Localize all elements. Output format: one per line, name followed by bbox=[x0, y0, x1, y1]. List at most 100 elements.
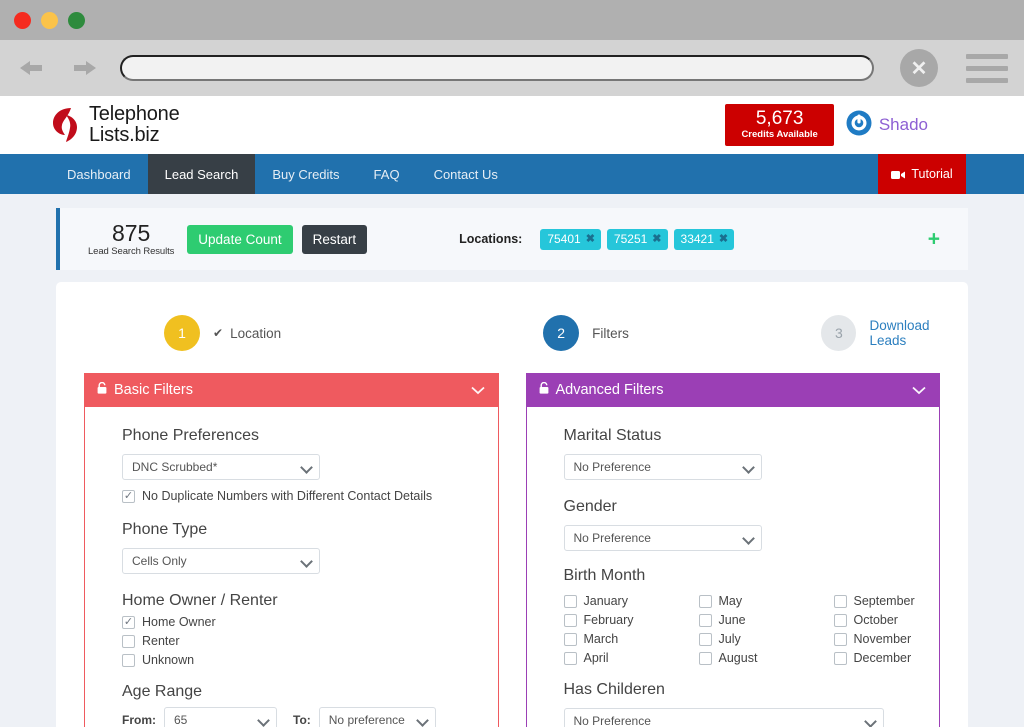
month-row[interactable]: July bbox=[698, 632, 834, 646]
month-september-checkbox[interactable] bbox=[833, 594, 847, 608]
basic-filters-header[interactable]: Basic Filters bbox=[85, 373, 498, 407]
birth-month-label: Birth Month bbox=[563, 567, 646, 584]
location-tag-list: 75401 ✖ 75251 ✖ 33421 ✖ bbox=[540, 228, 735, 250]
month-row[interactable]: May bbox=[698, 594, 834, 608]
step-download-leads[interactable]: 3 Download Leads bbox=[821, 315, 968, 351]
marital-status-select-wrap: No Preference bbox=[563, 454, 762, 480]
no-duplicates-row[interactable]: No Duplicate Numbers with Different Cont… bbox=[122, 489, 498, 503]
unknown-checkbox[interactable] bbox=[122, 653, 135, 667]
location-tag[interactable]: 75251 ✖ bbox=[606, 228, 668, 250]
location-tag[interactable]: 33421 ✖ bbox=[673, 228, 735, 250]
gender-select[interactable]: No Preference bbox=[563, 525, 762, 551]
month-march-checkbox[interactable] bbox=[563, 632, 577, 646]
month-row[interactable]: February bbox=[563, 613, 699, 627]
hamburger-menu-icon[interactable] bbox=[966, 53, 1008, 83]
month-april-checkbox[interactable] bbox=[563, 651, 577, 665]
age-from-select[interactable]: 65 bbox=[164, 707, 277, 727]
month-label: August bbox=[718, 651, 758, 665]
browser-toolbar: ✕ bbox=[0, 40, 1024, 96]
marital-status-select[interactable]: No Preference bbox=[563, 454, 762, 480]
month-row[interactable]: March bbox=[563, 632, 699, 646]
forward-arrow-icon[interactable] bbox=[66, 53, 100, 83]
step-location[interactable]: 1 ✔ Location bbox=[164, 315, 281, 351]
month-may-checkbox[interactable] bbox=[698, 594, 712, 608]
advanced-filters-title: Advanced Filters bbox=[555, 382, 664, 398]
month-november-checkbox[interactable] bbox=[833, 632, 847, 646]
month-label: March bbox=[583, 632, 619, 646]
credits-number: 5,673 bbox=[755, 108, 804, 129]
month-december-checkbox[interactable] bbox=[833, 651, 847, 665]
remove-location-icon[interactable]: ✖ bbox=[586, 232, 595, 245]
remove-location-icon[interactable]: ✖ bbox=[719, 232, 728, 245]
browser-titlebar bbox=[0, 0, 1024, 40]
home-owner-label: Home Owner / Renter bbox=[122, 592, 278, 609]
advanced-filters-header[interactable]: Advanced Filters bbox=[526, 373, 939, 407]
gender-group: Gender No Preference bbox=[563, 498, 940, 551]
gender-select-wrap: No Preference bbox=[563, 525, 762, 551]
month-january-checkbox[interactable] bbox=[563, 594, 577, 608]
month-row[interactable]: April bbox=[563, 651, 699, 665]
chevron-down-icon[interactable] bbox=[470, 383, 485, 398]
lead-search-results-bar: 875 Lead Search Results Update Count Res… bbox=[56, 208, 968, 270]
month-july-checkbox[interactable] bbox=[698, 632, 712, 646]
tutorial-button[interactable]: Tutorial bbox=[878, 154, 966, 194]
credits-badge[interactable]: 5,673 Credits Available bbox=[725, 104, 834, 146]
renter-checkbox[interactable] bbox=[122, 634, 135, 648]
restart-button[interactable]: Restart bbox=[301, 224, 368, 254]
home-owner-group: Home Owner / Renter Home Owner Renter Un… bbox=[122, 592, 498, 667]
month-row[interactable]: October bbox=[833, 613, 915, 627]
results-count-group: 875 Lead Search Results bbox=[88, 220, 174, 258]
brand-name: Telephone Lists.biz bbox=[89, 104, 180, 146]
add-location-icon[interactable]: + bbox=[928, 229, 940, 250]
window-close-dot[interactable] bbox=[14, 11, 31, 29]
renter-option-row[interactable]: Renter bbox=[122, 634, 498, 648]
nav-item-buy-credits[interactable]: Buy Credits bbox=[255, 154, 356, 194]
location-tag[interactable]: 75401 ✖ bbox=[540, 228, 601, 250]
header-right-group: 5,673 Credits Available Shado bbox=[725, 104, 928, 146]
month-row[interactable]: August bbox=[698, 651, 834, 665]
has-children-select[interactable]: No Preference bbox=[563, 708, 884, 727]
brand-line-1: Telephone bbox=[89, 103, 180, 125]
age-to-select[interactable]: No preference bbox=[318, 707, 436, 727]
nav-item-faq[interactable]: FAQ bbox=[357, 154, 417, 194]
account-menu[interactable]: Shado bbox=[846, 110, 928, 141]
month-row[interactable]: September bbox=[833, 594, 915, 608]
location-tag-label: 75401 bbox=[547, 231, 581, 246]
month-june-checkbox[interactable] bbox=[698, 613, 712, 627]
birth-month-group: Birth Month January February March April… bbox=[563, 567, 940, 665]
phone-type-select[interactable]: Cells Only bbox=[122, 548, 320, 574]
month-row[interactable]: December bbox=[833, 651, 915, 665]
step-2-circle: 2 bbox=[543, 315, 580, 351]
home-owner-option-row[interactable]: Home Owner bbox=[122, 615, 498, 629]
month-row[interactable]: January bbox=[563, 594, 699, 608]
nav-item-lead-search[interactable]: Lead Search bbox=[147, 154, 256, 194]
month-row[interactable]: November bbox=[833, 632, 915, 646]
age-to-label: To: bbox=[293, 713, 311, 727]
phone-preferences-select[interactable]: DNC Scrubbed* bbox=[122, 454, 320, 480]
back-arrow-icon[interactable] bbox=[16, 53, 50, 83]
filter-panels: Basic Filters Phone Preferences DNC Scru… bbox=[56, 351, 968, 727]
month-label: April bbox=[583, 651, 609, 665]
unknown-option-row[interactable]: Unknown bbox=[122, 653, 498, 667]
remove-location-icon[interactable]: ✖ bbox=[652, 232, 661, 245]
month-february-checkbox[interactable] bbox=[563, 613, 577, 627]
month-august-checkbox[interactable] bbox=[698, 651, 712, 665]
home-owner-checkbox[interactable] bbox=[122, 615, 135, 629]
window-maximize-dot[interactable] bbox=[68, 11, 85, 29]
update-count-button[interactable]: Update Count bbox=[187, 224, 293, 254]
results-count: 875 bbox=[111, 220, 151, 246]
close-icon[interactable]: ✕ bbox=[900, 49, 938, 87]
step-filters[interactable]: 2 Filters bbox=[543, 315, 629, 351]
no-duplicates-checkbox[interactable] bbox=[122, 489, 135, 503]
brand-logo[interactable]: Telephone Lists.biz bbox=[50, 104, 180, 146]
chevron-down-icon[interactable] bbox=[912, 383, 926, 398]
tutorial-label: Tutorial bbox=[911, 167, 953, 181]
has-children-label: Has Childeren bbox=[563, 681, 665, 698]
nav-item-contact-us[interactable]: Contact Us bbox=[417, 154, 515, 194]
month-october-checkbox[interactable] bbox=[833, 613, 847, 627]
address-bar[interactable] bbox=[120, 55, 874, 81]
month-row[interactable]: June bbox=[698, 613, 834, 627]
nav-item-dashboard[interactable]: Dashboard bbox=[50, 154, 148, 194]
month-label: October bbox=[853, 613, 898, 627]
window-minimize-dot[interactable] bbox=[41, 11, 58, 29]
